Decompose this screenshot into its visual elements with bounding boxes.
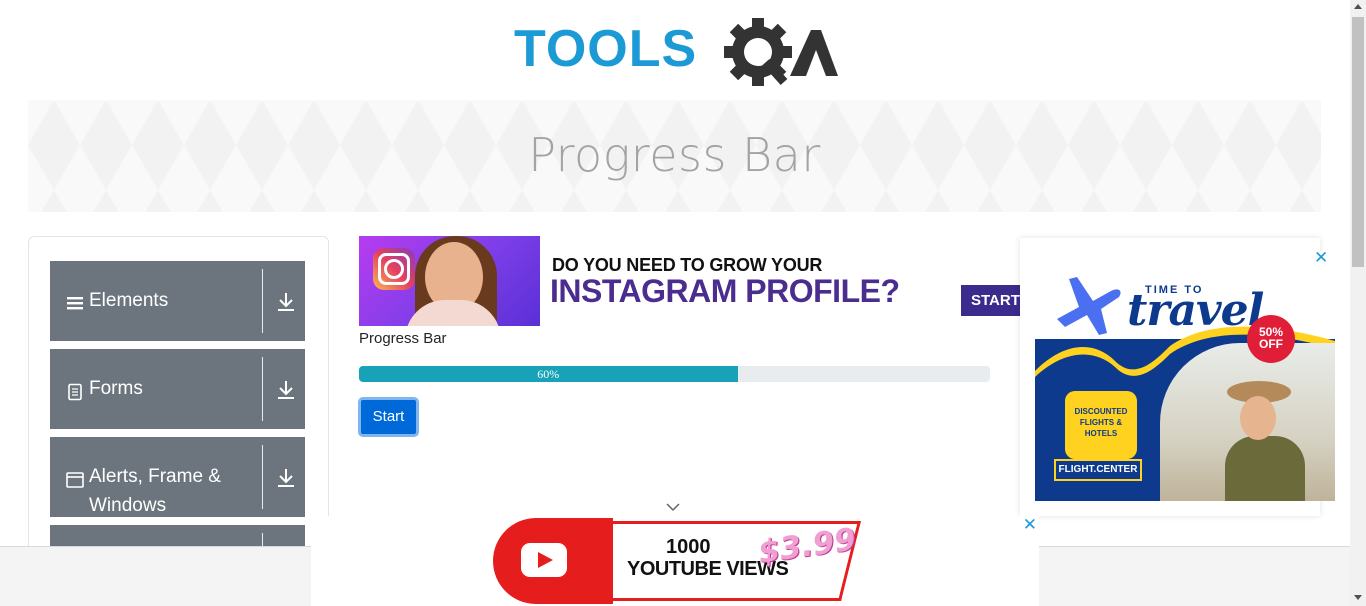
ad-travel-creative: TIME TO travel 50% OFF DISCOUNTED FLIGHT… — [1035, 251, 1335, 501]
sidebar: Elements Forms Alerts, Frame & Windows — [28, 236, 329, 566]
youtube-play-icon — [521, 543, 567, 577]
ad-brand: FLIGHT.CENTER — [1054, 459, 1142, 481]
download-icon[interactable] — [276, 379, 296, 401]
window-icon — [66, 472, 84, 488]
ad-start-button[interactable]: START — [961, 285, 1029, 316]
sidebar-group-forms[interactable]: Forms — [50, 349, 305, 429]
sidebar-group-label: Elements — [89, 290, 169, 311]
vertical-scrollbar[interactable] — [1350, 0, 1366, 606]
discount-badge: 50% OFF — [1247, 315, 1295, 363]
airplane-icon — [1057, 277, 1121, 335]
page-banner: Progress Bar — [28, 100, 1321, 212]
ad-travel-person-face — [1240, 396, 1276, 440]
ad-subheadline: INSTAGRAM PROFILE? — [550, 273, 900, 309]
divider — [262, 445, 263, 509]
ad-photo — [359, 236, 540, 326]
ad-banner-travel[interactable]: TIME TO travel 50% OFF DISCOUNTED FLIGHT… — [1020, 238, 1335, 516]
logo-tools-text: TOOLS — [514, 20, 697, 78]
close-icon[interactable]: ✕ — [1314, 249, 1330, 266]
sidebar-group-label: Alerts, Frame & Windows — [89, 466, 221, 516]
gear-icon — [724, 18, 792, 86]
document-icon — [68, 383, 82, 401]
progress-bar-label: Progress Bar — [359, 330, 447, 347]
sidebar-group-label: Forms — [89, 378, 143, 399]
toolsqa-logo-graphic: TOOLS — [514, 18, 838, 86]
scroll-down-arrow-icon[interactable] — [1354, 595, 1362, 600]
chevron-down-icon[interactable] — [664, 500, 682, 514]
ad-travel-person-body — [1225, 436, 1305, 501]
logo-a-glyph — [790, 30, 838, 76]
sidebar-group-alerts-frame-windows[interactable]: Alerts, Frame & Windows — [50, 437, 305, 517]
scrollbar-thumb[interactable] — [1352, 17, 1364, 267]
progress-bar: 60% — [359, 366, 990, 382]
download-icon[interactable] — [276, 467, 296, 489]
ad-yt-count: 1000 — [666, 536, 711, 558]
progress-bar-fill: 60% — [359, 366, 738, 382]
page-title: Progress Bar — [528, 128, 821, 182]
download-icon[interactable] — [276, 291, 296, 313]
deal-bubble: DISCOUNTED FLIGHTS & HOTELS — [1065, 391, 1137, 459]
ad-banner-youtube[interactable]: 1000 YOUTUBE VIEWS $3.99 ✕ — [311, 516, 1039, 606]
start-button[interactable]: Start — [358, 397, 419, 437]
divider — [262, 269, 263, 333]
ad-travel-word: travel — [1127, 285, 1264, 336]
divider — [262, 357, 263, 421]
toolsqa-logo[interactable]: TOOLS — [514, 14, 844, 94]
scroll-up-arrow-icon[interactable] — [1354, 4, 1362, 9]
close-icon[interactable]: ✕ — [1023, 516, 1037, 533]
ad-banner-instagram[interactable]: DO YOU NEED TO GROW YOUR INSTAGRAM PROFI… — [359, 236, 1029, 326]
hamburger-icon — [67, 297, 83, 310]
sidebar-group-elements[interactable]: Elements — [50, 261, 305, 341]
instagram-icon — [373, 248, 415, 290]
